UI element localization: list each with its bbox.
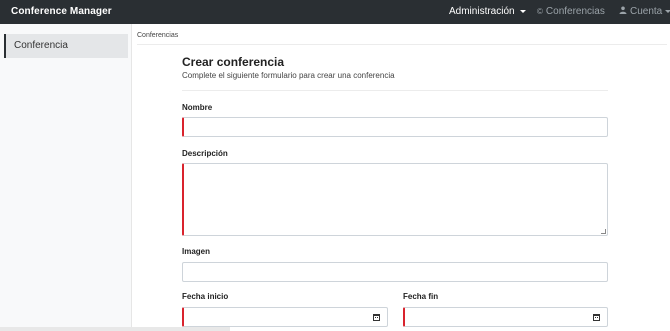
description-label: Descripción (182, 149, 228, 158)
calendar-icon[interactable] (369, 310, 383, 324)
name-label: Nombre (182, 103, 213, 112)
brand-link[interactable]: Conference Manager (11, 6, 112, 17)
nav-conferences-label: Conferencias (545, 6, 605, 17)
end-date-field[interactable] (403, 307, 608, 327)
sidebar-item-conferencia[interactable]: Conferencia (4, 34, 128, 58)
chevron-down-icon (665, 10, 670, 13)
nav-conferences-link[interactable]: © Conferencias (537, 6, 605, 17)
form-divider (182, 90, 608, 91)
account-label: Cuenta (630, 6, 663, 17)
image-field[interactable] (182, 262, 608, 282)
start-date-label: Fecha inicio (182, 292, 229, 301)
end-date-label: Fecha fin (403, 292, 439, 301)
user-icon (619, 6, 627, 17)
top-navbar: Conference Manager Administración © Conf… (0, 0, 670, 24)
name-field[interactable] (182, 117, 608, 137)
admin-label: Administración (449, 6, 515, 17)
copyright-circle-icon: © (537, 7, 543, 16)
breadcrumb-divider (137, 44, 667, 45)
sidebar: Conferencia (0, 24, 132, 331)
image-label: Imagen (182, 247, 211, 256)
admin-dropdown[interactable]: Administración (449, 6, 526, 17)
page-title: Crear conferencia (182, 55, 285, 69)
description-field[interactable] (182, 163, 608, 236)
resize-handle[interactable] (601, 229, 606, 234)
calendar-icon[interactable] (589, 310, 603, 324)
page-subtitle: Complete el siguiente formulario para cr… (182, 71, 395, 80)
horizontal-scrollbar[interactable] (0, 327, 230, 331)
account-dropdown[interactable]: Cuenta (619, 6, 670, 17)
chevron-down-icon (519, 10, 526, 13)
start-date-field[interactable] (182, 307, 388, 327)
breadcrumb[interactable]: Conferencias (137, 32, 178, 39)
